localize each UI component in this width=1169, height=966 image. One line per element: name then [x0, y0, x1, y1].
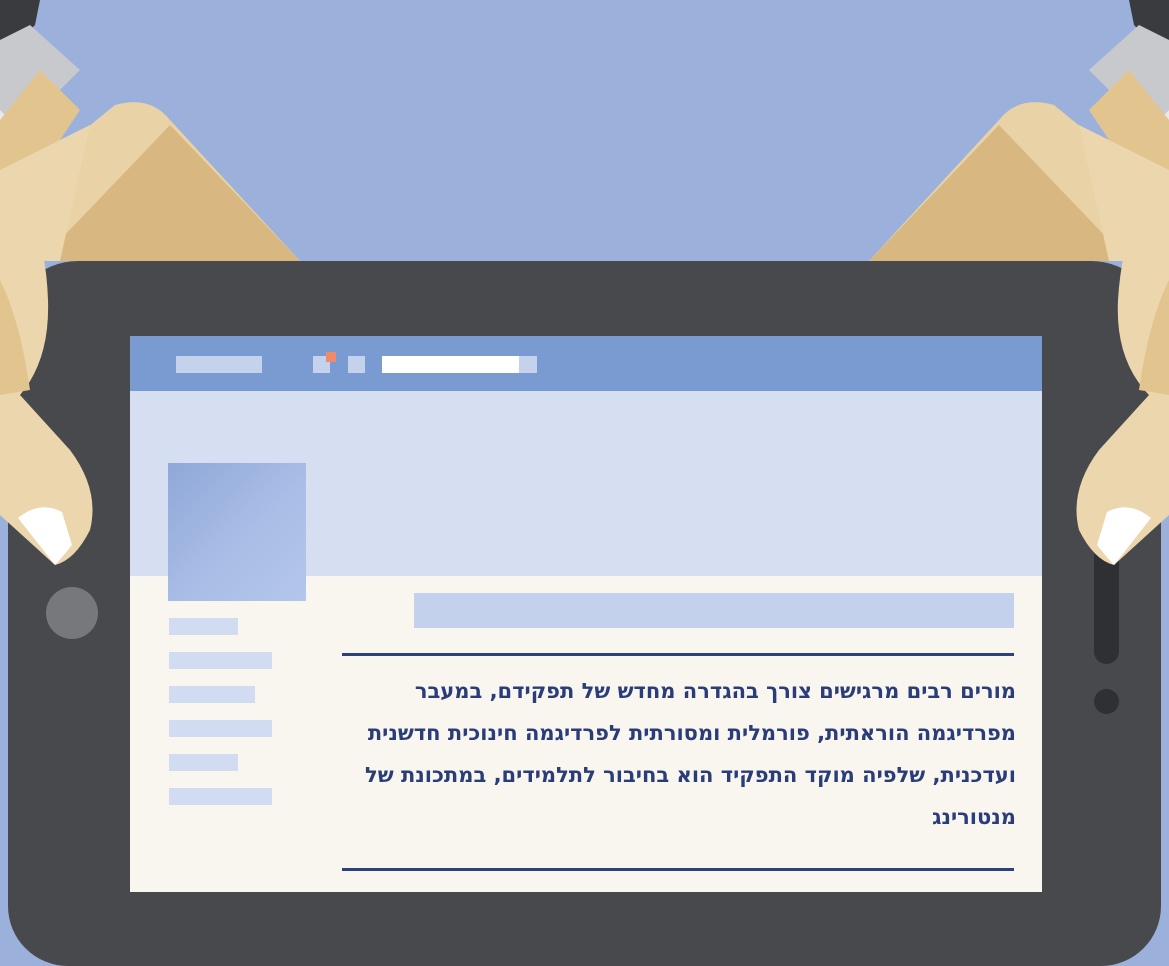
hands-front-illustration — [0, 180, 1169, 565]
right-thumb — [1076, 180, 1169, 565]
left-thumb — [0, 190, 93, 565]
